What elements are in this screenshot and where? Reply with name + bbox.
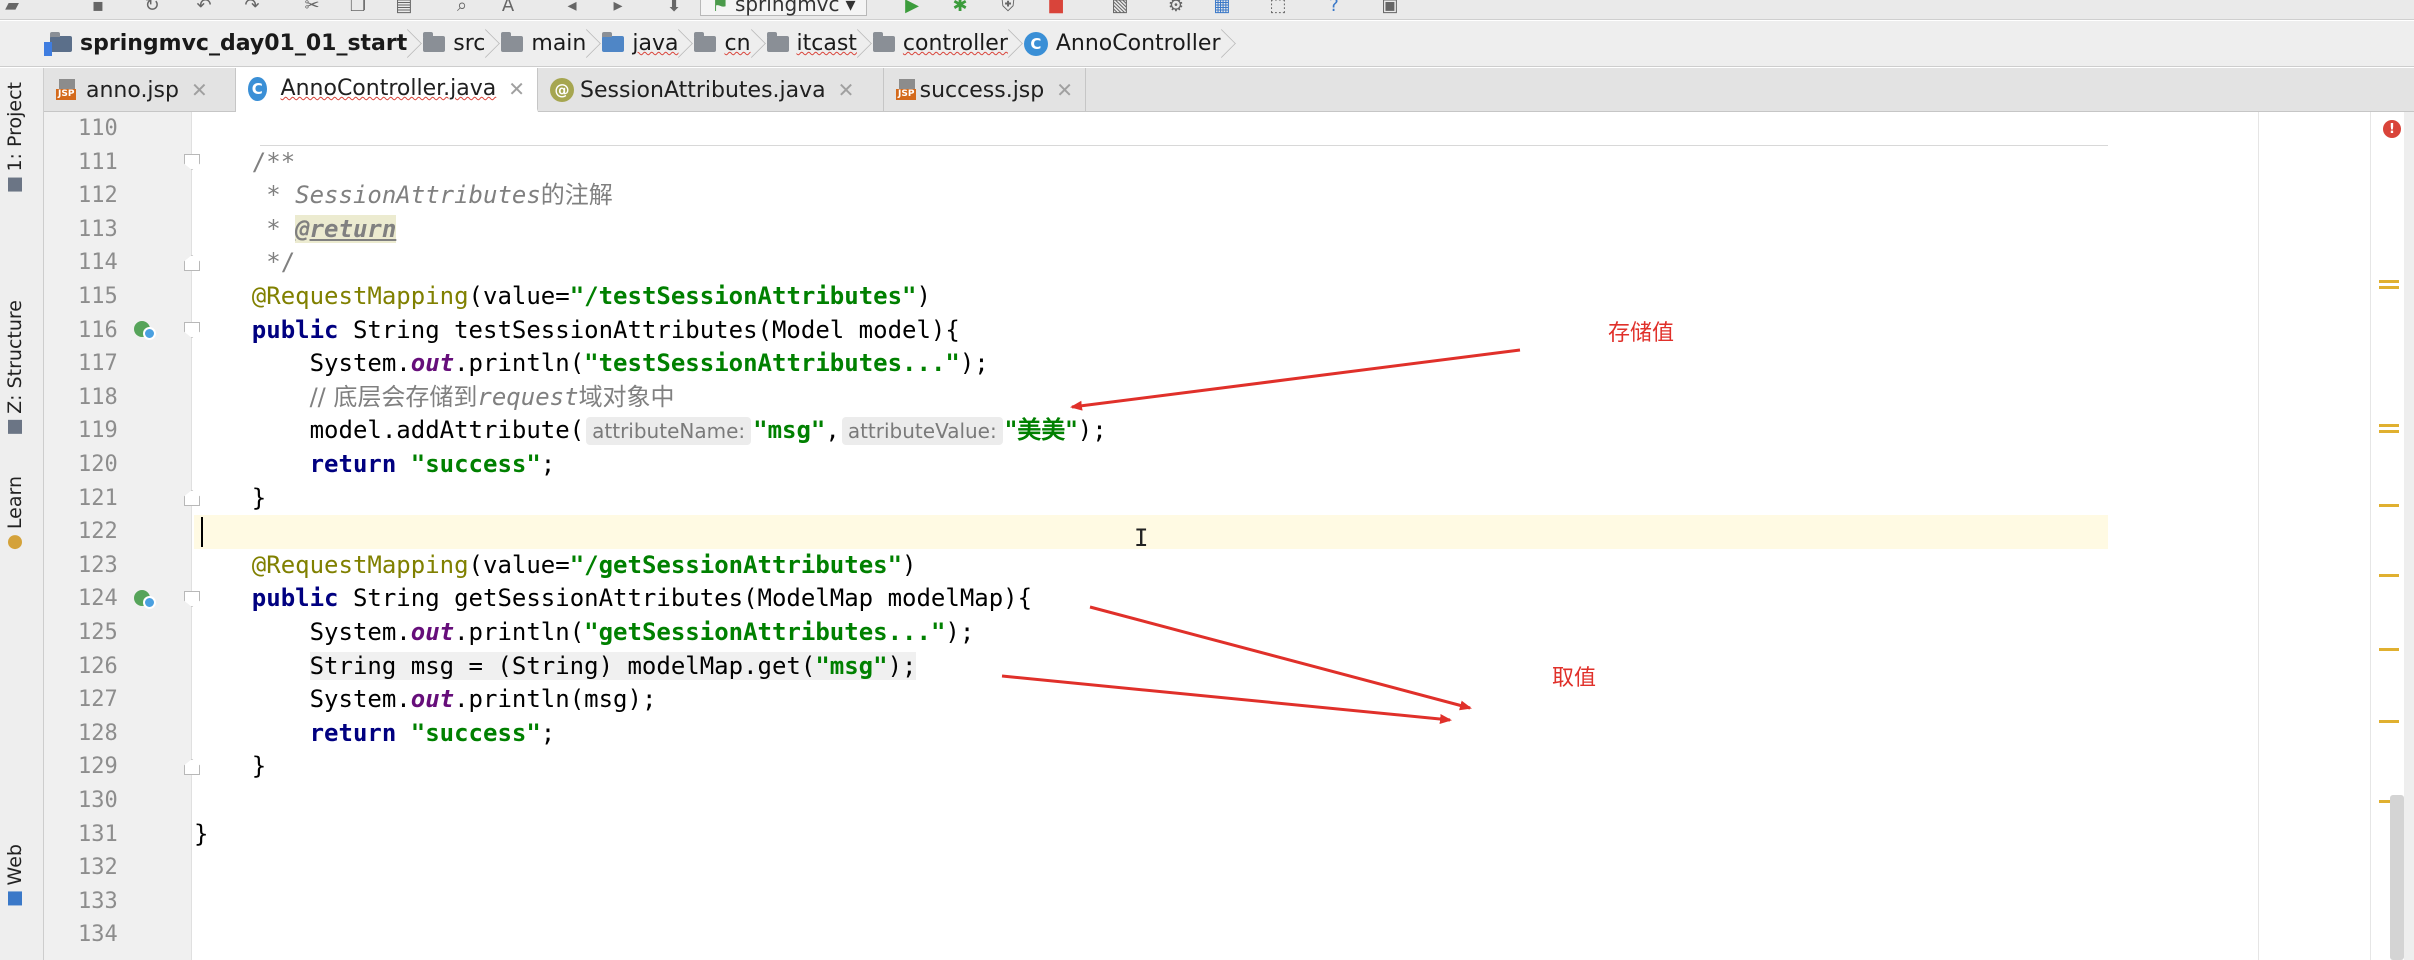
annotation-arrows [1001, 348, 1521, 724]
arrow-to-modelmap-get [1001, 674, 1452, 724]
arrow-to-getsessionattributes [1089, 605, 1472, 711]
arrow-to-addattribute [1070, 348, 1521, 411]
